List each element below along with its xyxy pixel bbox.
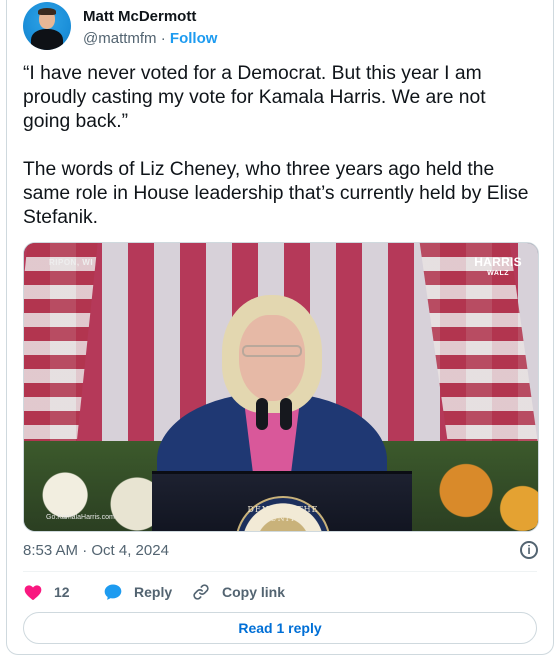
reply-label: Reply	[134, 584, 173, 600]
avatar-hair	[38, 8, 56, 15]
avatar[interactable]	[23, 2, 71, 50]
heart-icon	[24, 585, 42, 600]
copy-link-label: Copy link	[222, 584, 286, 600]
author-name[interactable]: Matt McDermott	[83, 8, 196, 25]
media-url-text: Go.KamalaHarris.com	[46, 514, 115, 521]
tweet-paragraph: “I have never voted for a Democrat. But …	[23, 63, 486, 132]
media-brand-logo: HARRIS WALZ	[474, 255, 522, 279]
tweet-actions: 12 Reply Copy link	[23, 582, 523, 604]
follow-button[interactable]: Follow	[170, 30, 218, 47]
speech-bubble-icon	[104, 584, 122, 600]
reply-button[interactable]: Reply	[103, 582, 172, 602]
like-count: 12	[54, 584, 70, 600]
read-replies-button[interactable]: Read 1 reply	[23, 612, 537, 644]
microphones	[254, 398, 294, 468]
author-handle-row: @mattmfm · Follow	[83, 30, 217, 47]
tweet-media-image[interactable]: DENT OF THE UNIT RIPON, WI HARRIS WALZ G…	[23, 242, 539, 532]
speaker-face	[239, 315, 305, 401]
tweet-header: Matt McDermott @mattmfm · Follow	[23, 2, 543, 52]
media-brand-line2: WALZ	[487, 270, 509, 277]
info-icon[interactable]: i	[520, 541, 538, 559]
media-brand-line1: HARRIS	[474, 255, 522, 269]
speaker-glasses	[242, 345, 302, 357]
avatar-body	[31, 29, 63, 50]
tweet-card: Matt McDermott @mattmfm · Follow “I have…	[6, 0, 554, 655]
podium: DENT OF THE UNIT	[152, 471, 412, 531]
tweet-paragraph: The words of Liz Cheney, who three years…	[23, 159, 529, 228]
divider	[23, 571, 537, 572]
tweet-timestamp[interactable]: 8:53 AM · Oct 4, 2024	[23, 542, 169, 559]
copy-link-button[interactable]: Copy link	[191, 582, 285, 602]
tweet-text: “I have never voted for a Democrat. But …	[23, 62, 533, 230]
media-location-text: RIPON, WI	[49, 258, 94, 267]
like-button[interactable]: 12	[23, 582, 70, 602]
handle-separator: ·	[156, 30, 170, 47]
presidential-seal: DENT OF THE UNIT	[235, 496, 331, 531]
link-icon	[193, 584, 209, 600]
seal-text: DENT OF THE UNIT	[247, 505, 319, 523]
author-handle[interactable]: @mattmfm	[83, 30, 157, 47]
